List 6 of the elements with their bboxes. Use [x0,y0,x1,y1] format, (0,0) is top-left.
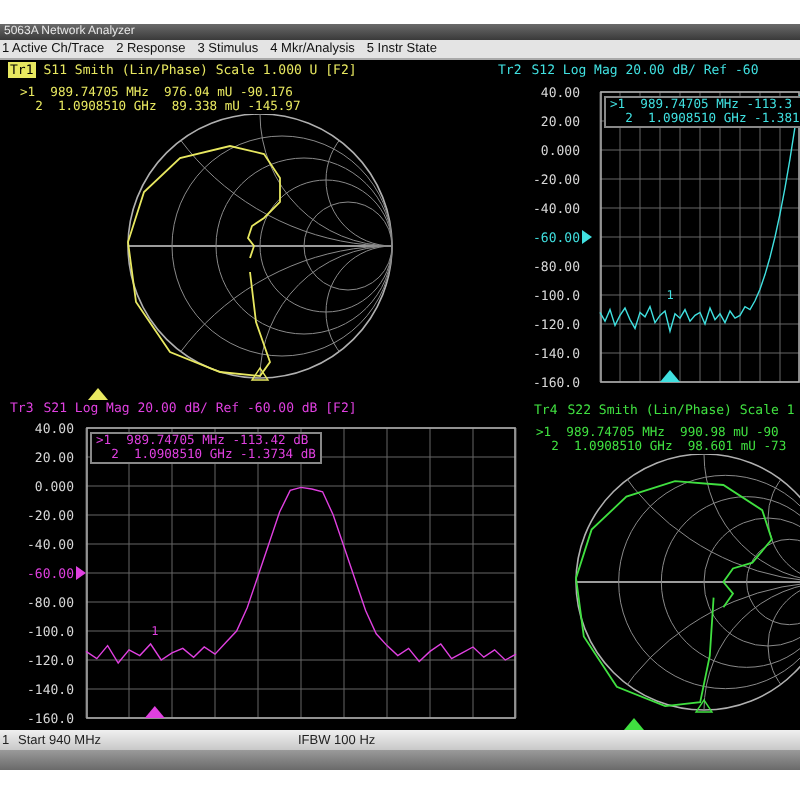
reference-arrow-icon [582,230,592,244]
reference-arrow-icon [76,566,86,580]
marker-triangle-icon [88,388,108,400]
marker-triangle-icon [660,370,680,382]
marker-triangle-icon [624,718,644,730]
marker-triangle-icon [144,706,165,718]
